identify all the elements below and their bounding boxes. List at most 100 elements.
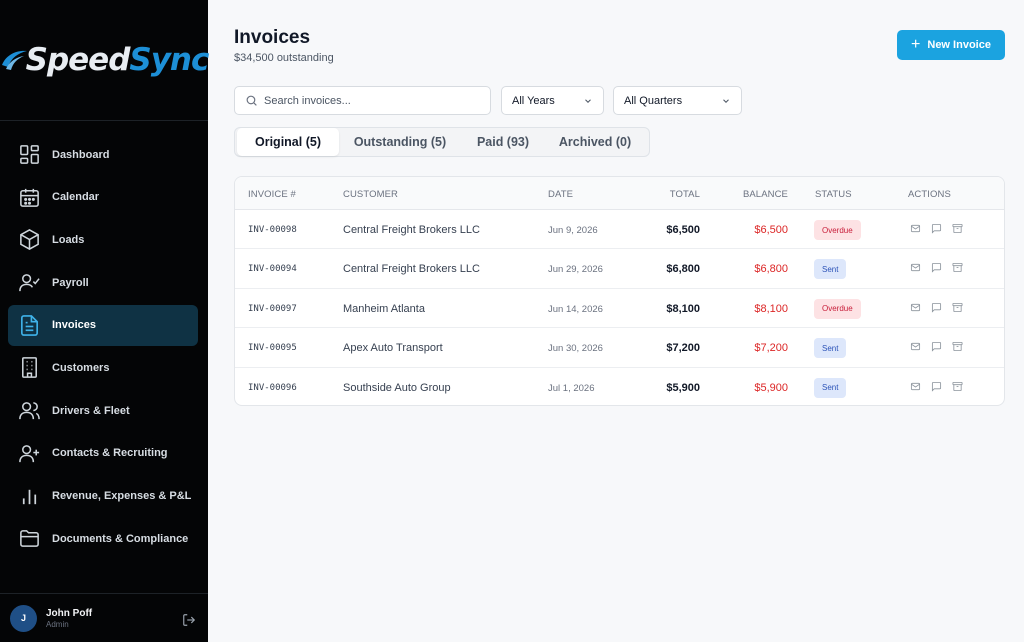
sidebar-item-label: Calendar: [52, 191, 100, 204]
mail-icon[interactable]: [910, 262, 921, 273]
sidebar-item-customers[interactable]: Customers: [8, 347, 198, 388]
col-actions: ACTIONS: [908, 189, 951, 200]
invoice-date: Jun 29, 2026: [548, 264, 603, 276]
row-actions: [910, 223, 973, 234]
customer-name: Apex Auto Transport: [343, 342, 443, 355]
new-invoice-label: New Invoice: [927, 39, 991, 51]
search-box[interactable]: [234, 86, 491, 115]
box-icon: [20, 229, 39, 251]
archive-icon[interactable]: [952, 381, 963, 392]
sidebar-item-invoices[interactable]: Invoices: [8, 304, 198, 346]
folder-icon: [20, 530, 39, 548]
sidebar-item-label: Payroll: [52, 276, 89, 289]
invoice-number[interactable]: INV-00095: [248, 343, 297, 353]
status-badge: Sent: [814, 259, 847, 280]
invoice-total: $6,500: [666, 224, 700, 236]
col-invoice[interactable]: INVOICE #: [248, 189, 296, 200]
invoice-number[interactable]: INV-00098: [248, 225, 297, 235]
mail-icon[interactable]: [910, 381, 921, 392]
search-icon: [246, 95, 257, 106]
table-row[interactable]: INV-00097 Manheim Atlanta Jun 14, 2026 $…: [235, 289, 1004, 329]
user-profile[interactable]: J John Poff Admin: [0, 593, 208, 642]
table-header: INVOICE # CUSTOMER DATE TOTAL BALANCE ST…: [235, 177, 1004, 210]
sidebar-item-payroll[interactable]: Payroll: [8, 262, 198, 303]
archive-icon[interactable]: [952, 223, 963, 234]
brand-part-2: Sync: [129, 42, 209, 78]
dashboard-icon: [20, 145, 39, 164]
tab-outstanding[interactable]: Outstanding (5): [339, 128, 461, 156]
invoice-balance: $8,100: [754, 302, 788, 315]
message-icon[interactable]: [931, 223, 942, 234]
main-content: Invoices $34,500 outstanding + New Invoi…: [208, 0, 1024, 642]
mail-icon[interactable]: [910, 302, 921, 313]
logo-area: Speed Sync: [0, 0, 209, 121]
customer-name: Central Freight Brokers LLC: [343, 224, 480, 236]
sidebar-item-label: Customers: [52, 361, 110, 374]
archive-icon[interactable]: [952, 262, 963, 273]
mail-icon[interactable]: [910, 341, 921, 352]
table-row[interactable]: INV-00098 Central Freight Brokers LLC Ju…: [235, 210, 1004, 250]
sidebar-item-label: Loads: [52, 233, 85, 246]
invoice-number[interactable]: INV-00096: [248, 383, 297, 393]
brand-logo[interactable]: Speed Sync: [0, 42, 209, 78]
tab-paid[interactable]: Paid (93): [461, 128, 545, 156]
new-invoice-button[interactable]: + New Invoice: [897, 30, 1005, 60]
quarter-select[interactable]: All Quarters: [613, 86, 742, 115]
year-select[interactable]: All Years: [501, 86, 604, 115]
user-check-icon: [19, 274, 40, 292]
user-name: John Poff: [46, 607, 93, 619]
invoice-balance: $5,900: [754, 381, 788, 394]
col-balance[interactable]: BALANCE: [743, 189, 788, 200]
year-select-value: All Years: [512, 94, 555, 107]
invoice-total: $7,200: [666, 342, 700, 355]
invoice-date: Jul 1, 2026: [548, 382, 595, 394]
col-customer[interactable]: CUSTOMER: [343, 189, 398, 200]
table-row[interactable]: INV-00094 Central Freight Brokers LLC Ju…: [235, 249, 1004, 289]
plus-icon: +: [911, 36, 921, 53]
message-icon[interactable]: [931, 341, 942, 352]
table-row[interactable]: INV-00096 Southside Auto Group Jul 1, 20…: [235, 368, 1004, 405]
col-status[interactable]: STATUS: [815, 189, 852, 200]
invoice-date: Jun 30, 2026: [548, 343, 603, 355]
invoice-date: Jun 9, 2026: [548, 225, 598, 236]
status-badge: Overdue: [814, 298, 861, 319]
file-text-icon: [21, 314, 38, 336]
customer-name: Southside Auto Group: [343, 381, 451, 394]
message-icon[interactable]: [931, 262, 942, 274]
status-badge: Sent: [814, 338, 847, 359]
sidebar-item-dashboard[interactable]: Dashboard: [8, 134, 198, 175]
invoice-balance: $6,800: [754, 263, 788, 276]
archive-icon[interactable]: [952, 302, 963, 313]
sidebar-item-drivers-fleet[interactable]: Drivers & Fleet: [8, 390, 198, 431]
col-total[interactable]: TOTAL: [670, 189, 700, 200]
invoice-number[interactable]: INV-00097: [248, 304, 297, 314]
sidebar-item-documents[interactable]: Documents & Compliance: [8, 518, 198, 559]
sidebar: Speed Sync Dashboard Calendar Loads Payr…: [0, 0, 209, 642]
sidebar-item-calendar[interactable]: Calendar: [8, 177, 198, 218]
tab-archived[interactable]: Archived (0): [545, 128, 645, 156]
sidebar-item-loads[interactable]: Loads: [8, 219, 198, 260]
mail-icon[interactable]: [910, 223, 921, 234]
message-icon[interactable]: [931, 381, 942, 392]
invoice-tabs: Original (5) Outstanding (5) Paid (93) A…: [234, 127, 650, 157]
quarter-select-value: All Quarters: [624, 94, 683, 107]
message-icon[interactable]: [931, 302, 942, 313]
sidebar-item-contacts-recruiting[interactable]: Contacts & Recruiting: [8, 433, 198, 474]
table-row[interactable]: INV-00095 Apex Auto Transport Jun 30, 20…: [235, 328, 1004, 368]
sidebar-item-label: Dashboard: [52, 148, 110, 161]
invoice-number[interactable]: INV-00094: [248, 264, 297, 274]
invoice-total: $5,900: [666, 381, 700, 394]
tab-original[interactable]: Original (5): [237, 128, 339, 156]
customer-name: Manheim Atlanta: [343, 302, 425, 315]
sidebar-item-revenue[interactable]: Revenue, Expenses & P&L: [8, 476, 198, 517]
row-actions: [910, 262, 973, 274]
row-actions: [910, 302, 973, 313]
outstanding-summary: $34,500 outstanding: [234, 52, 334, 64]
chevron-down-icon: [585, 99, 591, 103]
logout-icon[interactable]: [182, 613, 196, 627]
col-date[interactable]: DATE: [548, 189, 573, 200]
search-input[interactable]: [264, 94, 464, 107]
swoosh-icon: [1, 50, 27, 70]
invoice-date: Jun 14, 2026: [548, 303, 603, 315]
archive-icon[interactable]: [952, 341, 963, 352]
